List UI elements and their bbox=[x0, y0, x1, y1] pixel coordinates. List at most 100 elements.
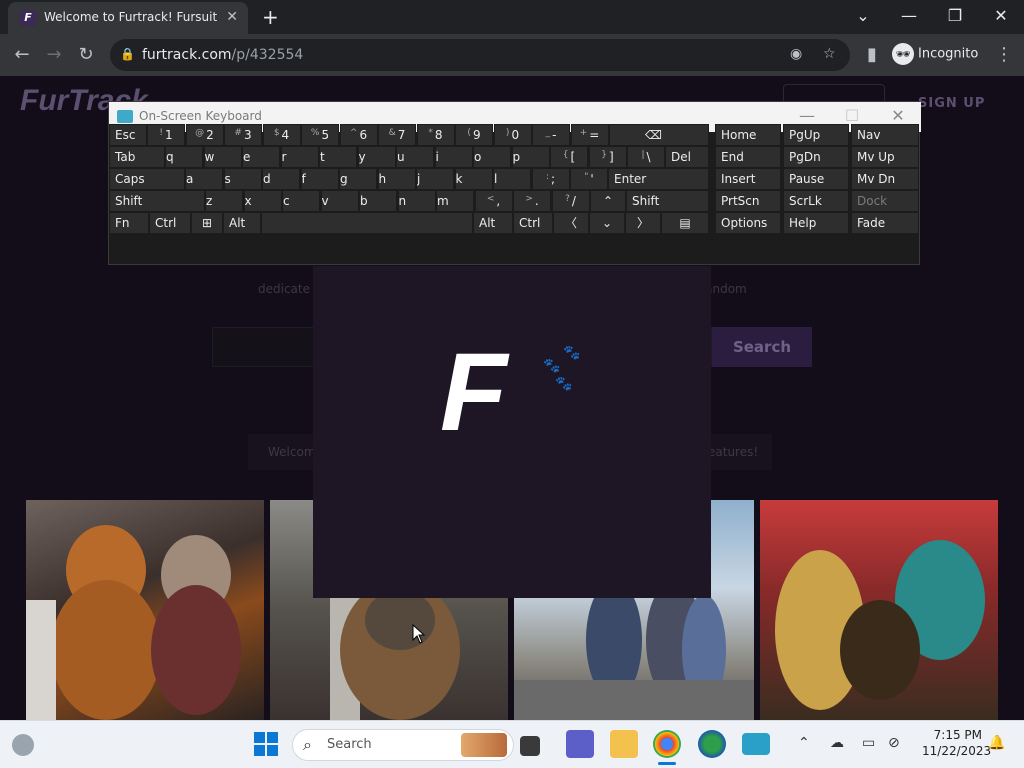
key-m[interactable]: m bbox=[436, 190, 474, 212]
key-n[interactable]: n bbox=[397, 190, 436, 212]
key-c[interactable]: c bbox=[282, 190, 320, 212]
key-ctrl-right[interactable]: Ctrl bbox=[513, 212, 553, 234]
tray-chevron-icon[interactable]: ⌃ bbox=[798, 735, 810, 751]
taskbar-search[interactable]: ⌕ Search bbox=[292, 729, 514, 761]
bookmark-star-icon[interactable]: ☆ bbox=[823, 46, 836, 62]
key-;[interactable]: :; bbox=[531, 168, 570, 190]
photo-thumbnail[interactable] bbox=[760, 500, 998, 720]
key-shift-right[interactable]: Shift bbox=[626, 190, 709, 212]
key-g[interactable]: g bbox=[339, 168, 377, 190]
file-explorer-icon[interactable] bbox=[610, 730, 638, 758]
key-q[interactable]: q bbox=[165, 146, 203, 168]
key-z[interactable]: z bbox=[205, 190, 243, 212]
key-up[interactable]: ⌃ bbox=[590, 190, 626, 212]
key-v[interactable]: v bbox=[320, 190, 359, 212]
key-p[interactable]: p bbox=[511, 146, 550, 168]
key-enter[interactable]: Enter bbox=[608, 168, 709, 190]
key-[[interactable]: {[ bbox=[550, 146, 588, 168]
key-scrlk[interactable]: ScrLk bbox=[783, 190, 849, 212]
key-prtscn[interactable]: PrtScn bbox=[715, 190, 781, 212]
osk-close-icon[interactable]: ✕ bbox=[883, 106, 913, 125]
key-mv-dn[interactable]: Mv Dn bbox=[851, 168, 919, 190]
key-8[interactable]: * 8 bbox=[416, 124, 455, 146]
key-pgup[interactable]: PgUp bbox=[783, 124, 849, 146]
signup-link[interactable]: SIGN UP bbox=[918, 96, 985, 111]
lock-icon[interactable]: 🔒 bbox=[120, 47, 135, 61]
key-t[interactable]: t bbox=[319, 146, 357, 168]
key-options[interactable]: Options bbox=[715, 212, 781, 234]
notification-bell-icon[interactable]: 🔔 bbox=[988, 735, 1005, 751]
key-6[interactable]: ^ 6 bbox=[339, 124, 378, 146]
network-icon[interactable]: ⊘ bbox=[888, 735, 900, 751]
key-menu[interactable]: ▤ bbox=[661, 212, 709, 234]
restore-icon[interactable]: ❐ bbox=[935, 6, 975, 25]
key-end[interactable]: End bbox=[715, 146, 781, 168]
photo-thumbnail[interactable] bbox=[26, 500, 264, 720]
key-backspace[interactable]: ⌫ bbox=[609, 124, 709, 146]
key-11[interactable]: _ - bbox=[532, 124, 570, 146]
key-a[interactable]: a bbox=[185, 168, 223, 190]
key-k[interactable]: k bbox=[454, 168, 493, 190]
key-dock[interactable]: Dock bbox=[851, 190, 919, 212]
key-del[interactable]: Del bbox=[665, 146, 709, 168]
key-caps[interactable]: Caps bbox=[109, 168, 185, 190]
key-b[interactable]: b bbox=[359, 190, 397, 212]
key-'[interactable]: " ' bbox=[570, 168, 608, 190]
incognito-indicator[interactable]: 🕶 Incognito bbox=[892, 43, 978, 65]
key-alt-left[interactable]: Alt bbox=[223, 212, 261, 234]
key-left[interactable]: 〈 bbox=[553, 212, 589, 234]
key-y[interactable]: y bbox=[357, 146, 396, 168]
key-1[interactable]: ! 1 bbox=[147, 124, 185, 146]
close-window-icon[interactable]: ✕ bbox=[981, 6, 1021, 25]
key-fade[interactable]: Fade bbox=[851, 212, 919, 234]
task-view-icon[interactable] bbox=[520, 736, 540, 756]
key-right[interactable]: 〉 bbox=[625, 212, 661, 234]
forward-icon[interactable]: → bbox=[42, 44, 66, 65]
key-down[interactable]: ⌄ bbox=[589, 212, 625, 234]
key-shift-left[interactable]: Shift bbox=[109, 190, 205, 212]
tab-search-chevron-icon[interactable]: ⌄ bbox=[843, 6, 883, 25]
key-3[interactable]: #3 bbox=[224, 124, 262, 146]
weather-icon[interactable] bbox=[12, 734, 34, 756]
address-bar[interactable]: 🔒 furtrack.com/p/432554 ◉ ☆ bbox=[110, 39, 850, 71]
key-9[interactable]: (9 bbox=[455, 124, 493, 146]
key-f[interactable]: f bbox=[300, 168, 339, 190]
key-esc[interactable]: Esc bbox=[109, 124, 147, 146]
key-nav[interactable]: Nav bbox=[851, 124, 919, 146]
osk-taskbar-icon[interactable] bbox=[742, 733, 770, 755]
chrome-icon[interactable] bbox=[653, 730, 681, 758]
network-globe-icon[interactable] bbox=[698, 730, 726, 758]
key-d[interactable]: d bbox=[262, 168, 300, 190]
start-icon[interactable] bbox=[254, 732, 278, 756]
key-w[interactable]: w bbox=[203, 146, 242, 168]
browser-tab[interactable]: F Welcome to Furtrack! Fursuit ph ✕ bbox=[8, 2, 248, 34]
key-\[interactable]: | \ bbox=[627, 146, 665, 168]
key-win[interactable]: ⊞ bbox=[191, 212, 223, 234]
on-screen-keyboard[interactable]: On-Screen Keyboard — ☐ ✕ Esc! 1 @2 #3 $4% 5 ^ 6… bbox=[108, 101, 921, 265]
search-button[interactable]: Search bbox=[712, 327, 812, 367]
key-u[interactable]: u bbox=[396, 146, 434, 168]
key-5[interactable]: % 5 bbox=[301, 124, 339, 146]
menu-kebab-icon[interactable]: ⋮ bbox=[992, 44, 1016, 65]
osk-minimize-icon[interactable]: — bbox=[792, 106, 822, 125]
key-mv-up[interactable]: Mv Up bbox=[851, 146, 919, 168]
key-10[interactable]: ) 0 bbox=[493, 124, 532, 146]
key-12[interactable]: + = bbox=[570, 124, 609, 146]
key-j[interactable]: j bbox=[416, 168, 454, 190]
close-tab-icon[interactable]: ✕ bbox=[226, 9, 238, 25]
tracking-blocked-icon[interactable]: ◉ bbox=[790, 46, 802, 62]
onedrive-icon[interactable]: ☁ bbox=[830, 735, 844, 751]
reload-icon[interactable]: ↻ bbox=[74, 44, 98, 65]
key-2[interactable]: @2 bbox=[185, 124, 224, 146]
key-/[interactable]: ? / bbox=[551, 190, 590, 212]
key-e[interactable]: e bbox=[242, 146, 280, 168]
key-pgdn[interactable]: PgDn bbox=[783, 146, 849, 168]
key-alt-right[interactable]: Alt bbox=[473, 212, 513, 234]
key-help[interactable]: Help bbox=[783, 212, 849, 234]
key-4[interactable]: $4 bbox=[262, 124, 301, 146]
key-ctrl-left[interactable]: Ctrl bbox=[149, 212, 191, 234]
teams-icon[interactable] bbox=[566, 730, 594, 758]
display-icon[interactable]: ▭ bbox=[862, 735, 875, 751]
key-h[interactable]: h bbox=[377, 168, 416, 190]
side-panel-icon[interactable]: ▮ bbox=[860, 44, 884, 65]
